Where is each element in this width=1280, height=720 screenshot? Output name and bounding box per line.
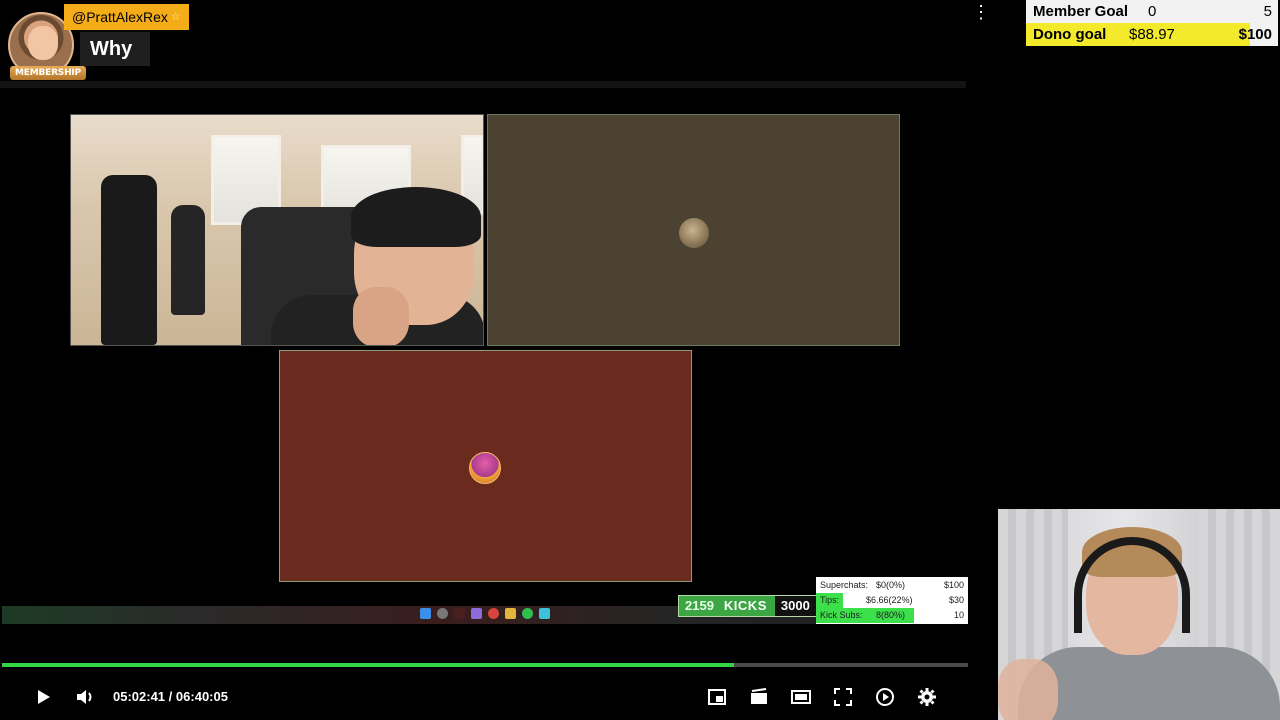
member-goal-current: 0 bbox=[1148, 3, 1157, 20]
facecam-hand bbox=[998, 659, 1058, 720]
player-controls: 05:02:41 / 06:40:05 bbox=[0, 678, 968, 716]
windows-icon bbox=[420, 608, 431, 619]
progress-bar[interactable] bbox=[2, 663, 968, 667]
stream-goal-label: Tips: bbox=[820, 595, 840, 605]
stream-goal-row: Kick Subs: 8(80%) 10 bbox=[816, 608, 968, 623]
stream-goal-row: Tips: $6.66(22%) $30 bbox=[816, 593, 968, 608]
stream-goal-label: Kick Subs: bbox=[820, 610, 863, 620]
fullscreen-icon[interactable] bbox=[832, 686, 854, 708]
dono-goal-current: $88.97 bbox=[1129, 26, 1175, 43]
app-icon bbox=[471, 608, 482, 619]
streamer-cap bbox=[351, 187, 481, 247]
settings-icon[interactable] bbox=[916, 686, 938, 708]
search-icon bbox=[437, 608, 448, 619]
chat-username: @PrattAlexRex ☆ bbox=[64, 4, 189, 30]
stream-goal-target: $100 bbox=[943, 580, 964, 590]
folder-icon bbox=[505, 608, 516, 619]
dono-goal-row: Dono goal $88.97 $100 bbox=[1026, 23, 1278, 46]
stream-goal-value: $0(0%) bbox=[876, 580, 906, 590]
member-star-icon: ☆ bbox=[170, 11, 181, 23]
chat-username-text: @PrattAlexRex bbox=[72, 9, 168, 25]
stream-goal-label: Superchats: bbox=[820, 580, 869, 590]
stream-goals-table: Superchats: $0(0%) $100 Tips: $6.66(22%) $30 K… bbox=[816, 577, 968, 624]
streamer-hand bbox=[353, 287, 409, 345]
autoplay-icon[interactable] bbox=[874, 686, 896, 708]
duration: 06:40:05 bbox=[175, 689, 228, 704]
play-icon[interactable] bbox=[32, 686, 54, 708]
facecam-feed bbox=[998, 509, 1280, 720]
kicks-goal: 3000 bbox=[774, 596, 816, 616]
chat-message-highlight: MEMBERSHIP @PrattAlexRex ☆ Why bbox=[6, 4, 206, 84]
kicks-label: KICKS bbox=[719, 596, 775, 616]
spotify-icon bbox=[522, 608, 533, 619]
volume-icon[interactable] bbox=[74, 686, 96, 708]
time-display: 05:02:41 / 06:40:05 bbox=[113, 689, 228, 704]
kicks-current: 2159 bbox=[679, 596, 720, 616]
hanging-coat bbox=[101, 175, 157, 345]
member-goal-row: Member Goal 0 5 bbox=[1026, 0, 1278, 23]
kicks-counter: 2159 KICKS 3000 bbox=[678, 595, 817, 617]
streamer-camera-feed bbox=[70, 114, 484, 346]
theater-mode-icon[interactable] bbox=[790, 686, 812, 708]
membership-badge: MEMBERSHIP bbox=[10, 66, 86, 80]
stream-goal-value: $6.66(22%) bbox=[866, 595, 913, 605]
chapters-icon[interactable] bbox=[748, 686, 770, 708]
participant-avatar bbox=[679, 218, 709, 248]
stream-goal-target: 10 bbox=[953, 610, 964, 620]
member-goal-label: Member Goal bbox=[1033, 3, 1129, 20]
participant-tile-brown bbox=[487, 114, 900, 346]
video-player[interactable]: 2159 KICKS 3000 Superchats: $0(0%) $100 Tip… bbox=[0, 0, 968, 720]
time-separator: / bbox=[168, 689, 173, 704]
progress-bar-played bbox=[2, 663, 735, 667]
app-icon bbox=[454, 608, 465, 619]
participant-avatar bbox=[469, 452, 501, 484]
goal-panel: Member Goal 0 5 Dono goal $88.97 $100 bbox=[1026, 0, 1278, 46]
stream-goal-value: 8(80%) bbox=[876, 610, 906, 620]
stream-goal-target: $30 bbox=[948, 595, 964, 605]
chrome-icon bbox=[488, 608, 499, 619]
participant-tile-red bbox=[279, 350, 692, 582]
current-time: 05:02:41 bbox=[113, 689, 166, 704]
member-goal-target: 5 bbox=[1263, 3, 1272, 20]
stream-goal-row: Superchats: $0(0%) $100 bbox=[816, 578, 968, 593]
app-icon bbox=[539, 608, 550, 619]
miniplayer-icon[interactable] bbox=[706, 686, 728, 708]
taskbar-icons bbox=[420, 608, 550, 619]
chat-message-text: Why bbox=[80, 32, 150, 66]
dono-goal-target: $100 bbox=[1238, 26, 1272, 43]
hanging-clothes bbox=[171, 205, 205, 315]
more-vert-icon[interactable]: ⋮ bbox=[972, 2, 990, 23]
dono-goal-label: Dono goal bbox=[1033, 26, 1107, 43]
avatar-face bbox=[28, 26, 58, 60]
